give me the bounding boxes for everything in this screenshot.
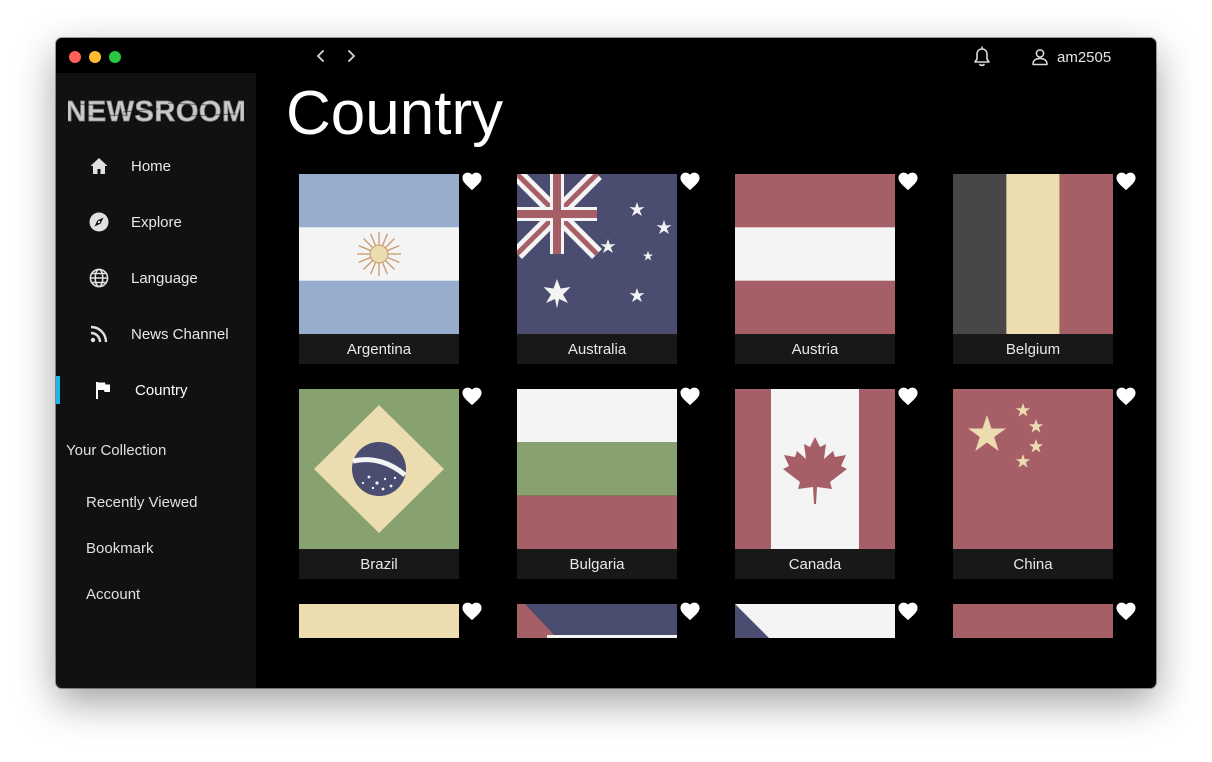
austria-flag [735, 174, 895, 334]
close-window-button[interactable] [69, 51, 81, 63]
app-window: am2505 NEWSROOM Home Explore Language Ne… [56, 38, 1156, 688]
sidebar-item-country[interactable]: Country [56, 370, 256, 410]
sidebar-item-home[interactable]: Home [56, 146, 256, 186]
sidebar-item-account[interactable]: Account [86, 586, 140, 603]
username: am2505 [1057, 48, 1112, 66]
sidebar-item-label: News Channel [131, 325, 229, 343]
user-menu[interactable]: am2505 [1031, 47, 1111, 67]
country-name: Austria [735, 334, 895, 364]
sidebar-item-news-channel[interactable]: News Channel [56, 314, 256, 354]
country-name: Canada [735, 549, 895, 579]
country-name: China [953, 549, 1113, 579]
chevron-right-icon[interactable] [342, 47, 360, 65]
title-bar: am2505 [56, 38, 1156, 73]
heart-icon[interactable] [897, 386, 919, 406]
country-name: Belgium [953, 334, 1113, 364]
minimize-window-button[interactable] [89, 51, 101, 63]
sidebar-item-recently-viewed[interactable]: Recently Viewed [86, 494, 197, 511]
heart-icon[interactable] [461, 601, 483, 621]
heart-icon[interactable] [897, 601, 919, 621]
sidebar-item-explore[interactable]: Explore [56, 202, 256, 242]
country-name: Argentina [299, 334, 459, 364]
bulgaria-flag [517, 389, 677, 549]
china-flag [953, 389, 1113, 549]
svg-text:NEWSROOM: NEWSROOM [68, 96, 244, 128]
chevron-left-icon[interactable] [312, 47, 330, 65]
heart-icon[interactable] [679, 601, 701, 621]
sidebar-item-label: Language [131, 269, 198, 287]
flag-image [517, 604, 677, 638]
flag-image [299, 604, 459, 638]
rss-icon [88, 323, 110, 345]
page-title: Country [286, 79, 504, 148]
heart-icon[interactable] [1115, 171, 1137, 191]
sidebar-item-language[interactable]: Language [56, 258, 256, 298]
heart-icon[interactable] [679, 171, 701, 191]
newsroom-logo: NEWSROOM [68, 96, 244, 128]
heart-icon[interactable] [461, 171, 483, 191]
country-name: Bulgaria [517, 549, 677, 579]
belgium-flag [953, 174, 1113, 334]
compass-icon [88, 211, 110, 233]
user-icon [1032, 49, 1048, 66]
heart-icon[interactable] [1115, 386, 1137, 406]
australia-flag [517, 174, 677, 334]
sidebar-item-label: Country [135, 381, 188, 399]
brazil-flag [299, 389, 459, 549]
country-name: Australia [517, 334, 677, 364]
canada-flag [735, 389, 895, 549]
argentina-flag [299, 174, 459, 334]
heart-icon[interactable] [461, 386, 483, 406]
heart-icon[interactable] [1115, 601, 1137, 621]
sidebar: NEWSROOM Home Explore Language News Chan… [56, 73, 256, 688]
maximize-window-button[interactable] [109, 51, 121, 63]
country-name: Brazil [299, 549, 459, 579]
flag-image [953, 604, 1113, 638]
flag-image [735, 604, 895, 638]
sidebar-item-label: Home [131, 157, 172, 175]
globe-icon [88, 267, 110, 289]
home-icon [88, 155, 110, 177]
heart-icon[interactable] [679, 386, 701, 406]
heart-icon[interactable] [897, 171, 919, 191]
flag-icon [92, 379, 114, 401]
sidebar-item-bookmark[interactable]: Bookmark [86, 540, 154, 557]
collection-heading: Your Collection [66, 442, 167, 459]
bell-icon[interactable] [972, 46, 992, 68]
sidebar-item-label: Explore [131, 213, 182, 231]
